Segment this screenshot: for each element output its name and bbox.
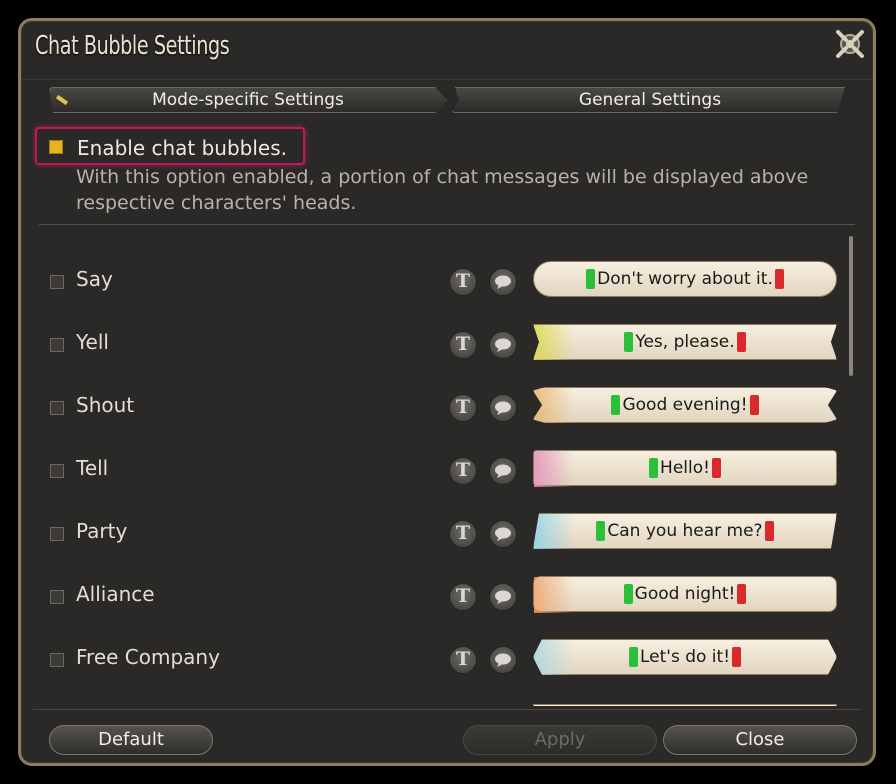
channel-name: Yell xyxy=(76,330,109,354)
text-style-icon[interactable]: T xyxy=(449,268,477,296)
bubble-close-mark xyxy=(711,458,721,478)
bubble-preview: Good evening! xyxy=(533,387,837,423)
active-tab-marker xyxy=(55,94,69,106)
bubble-preview: Don't worry about it. xyxy=(533,261,837,297)
channel-name: Alliance xyxy=(76,582,155,606)
bubble-preview xyxy=(533,704,837,706)
bubble-preview-text: Let's do it! xyxy=(639,647,731,667)
apply-button[interactable]: Apply xyxy=(463,725,657,755)
list-item: Alliance T Good night! xyxy=(21,560,851,620)
scrollbar[interactable] xyxy=(849,236,853,376)
channel-checkbox[interactable] xyxy=(50,527,64,541)
enable-chat-bubbles-label: Enable chat bubbles. xyxy=(77,136,288,160)
tab-label: Mode-specific Settings xyxy=(152,90,344,110)
list-item: Party T Can you hear me? xyxy=(21,497,851,557)
bubble-preview: Let's do it! xyxy=(533,639,837,675)
bubble-close-mark xyxy=(764,521,774,541)
list-item: Yell T Yes, please. xyxy=(21,308,851,368)
settings-tabs: Mode-specific Settings General Settings xyxy=(49,87,849,117)
bubble-close-mark xyxy=(774,269,784,289)
channel-name: Tell xyxy=(76,456,109,480)
bubble-accent xyxy=(534,388,574,423)
bubble-accent xyxy=(534,514,574,549)
bubble-preview-text: Yes, please. xyxy=(635,332,735,352)
bubble-accent xyxy=(534,325,574,360)
checkbox-checked[interactable] xyxy=(49,140,63,154)
channel-name: Party xyxy=(76,519,128,543)
bubble-preview-text: Hello! xyxy=(660,458,710,478)
speech-bubble-icon[interactable] xyxy=(489,331,517,359)
list-item: Say T Don't worry about it. xyxy=(21,245,851,305)
bubble-close-mark xyxy=(737,584,747,604)
tab-general-settings[interactable]: General Settings xyxy=(451,87,846,113)
bubble-accent xyxy=(534,451,574,487)
channel-list: Say T Don't worry about it. Yell T Yes, … xyxy=(21,231,851,706)
bubble-preview: Hello! xyxy=(533,450,837,487)
bubble-accent xyxy=(534,577,574,613)
channel-name: Say xyxy=(76,267,113,291)
enable-description: With this option enabled, a portion of c… xyxy=(76,166,809,214)
list-item: Shout T Good evening! xyxy=(21,371,851,431)
text-style-icon[interactable]: T xyxy=(449,331,477,359)
bubble-accent xyxy=(534,640,574,675)
bubble-close-mark xyxy=(736,332,746,352)
text-style-icon[interactable]: T xyxy=(449,646,477,674)
bubble-open-mark xyxy=(596,521,606,541)
divider xyxy=(39,224,855,225)
speech-bubble-icon[interactable] xyxy=(489,457,517,485)
speech-bubble-icon[interactable] xyxy=(489,646,517,674)
bubble-open-mark xyxy=(623,584,633,604)
bubble-preview: Good night! xyxy=(533,576,837,613)
bubble-open-mark xyxy=(624,332,634,352)
footer-divider xyxy=(33,709,861,710)
tab-label: General Settings xyxy=(578,90,722,110)
list-item: Tell T Hello! xyxy=(21,434,851,494)
bubble-open-mark xyxy=(611,395,621,415)
close-button[interactable]: Close xyxy=(663,725,857,755)
channel-checkbox[interactable] xyxy=(50,590,64,604)
bubble-preview: Yes, please. xyxy=(533,324,837,360)
bubble-preview-text: Good evening! xyxy=(622,395,748,415)
bubble-preview: Can you hear me? xyxy=(533,513,837,549)
bubble-preview-text: Don't worry about it. xyxy=(597,269,773,289)
text-style-icon[interactable]: T xyxy=(449,583,477,611)
bubble-preview-text: Good night! xyxy=(634,584,736,604)
bubble-open-mark xyxy=(649,458,659,478)
channel-checkbox[interactable] xyxy=(50,401,64,415)
list-item: Free Company T Let's do it! xyxy=(21,623,851,683)
list-item xyxy=(21,686,851,706)
bubble-open-mark xyxy=(628,647,638,667)
text-style-icon[interactable]: T xyxy=(449,520,477,548)
bubble-open-mark xyxy=(586,269,596,289)
close-icon[interactable] xyxy=(833,27,867,61)
tab-mode-specific-settings[interactable]: Mode-specific Settings xyxy=(49,87,447,113)
speech-bubble-icon[interactable] xyxy=(489,583,517,611)
text-style-icon[interactable]: T xyxy=(449,457,477,485)
title-bar: Chat Bubble Settings xyxy=(21,21,873,80)
channel-checkbox[interactable] xyxy=(50,653,64,667)
window-title: Chat Bubble Settings xyxy=(35,31,230,61)
text-style-icon[interactable]: T xyxy=(449,394,477,422)
bubble-close-mark xyxy=(749,395,759,415)
channel-checkbox[interactable] xyxy=(50,338,64,352)
chat-bubble-settings-window: Chat Bubble Settings Mode-specific Setti… xyxy=(18,18,876,766)
bubble-preview-text: Can you hear me? xyxy=(607,521,763,541)
channel-checkbox[interactable] xyxy=(50,275,64,289)
channel-checkbox[interactable] xyxy=(50,464,64,478)
bubble-close-mark xyxy=(732,647,742,667)
channel-name: Shout xyxy=(76,393,135,417)
speech-bubble-icon[interactable] xyxy=(489,520,517,548)
default-button[interactable]: Default xyxy=(49,725,213,755)
speech-bubble-icon[interactable] xyxy=(489,268,517,296)
enable-chat-bubbles-checkbox[interactable]: Enable chat bubbles. xyxy=(35,127,305,165)
channel-name: Free Company xyxy=(76,645,220,669)
speech-bubble-icon[interactable] xyxy=(489,394,517,422)
